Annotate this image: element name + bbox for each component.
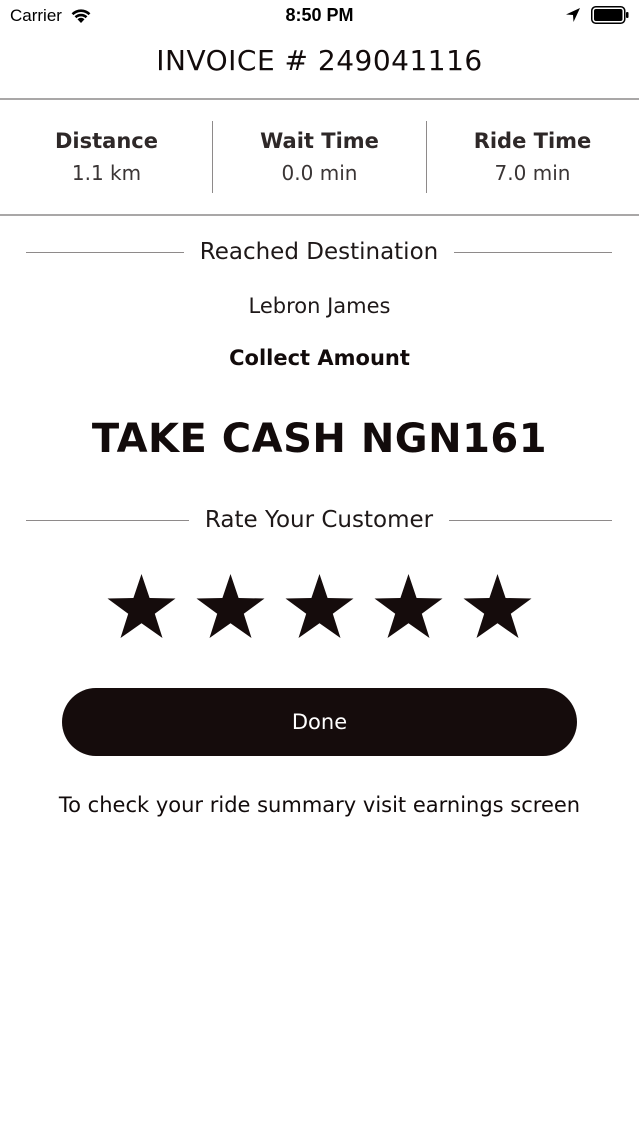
customer-name: Lebron James xyxy=(248,294,391,318)
stat-separator xyxy=(426,121,427,193)
trip-stats: Distance 1.1 km Wait Time 0.0 min Ride T… xyxy=(0,100,639,214)
star-icon[interactable] xyxy=(463,574,532,638)
stats-divider xyxy=(0,214,639,216)
heading-rule-right xyxy=(454,251,612,253)
stat-label: Distance xyxy=(55,129,158,153)
status-right xyxy=(565,6,629,24)
stat-wait-time: Wait Time 0.0 min xyxy=(213,100,426,214)
status-time: 8:50 PM xyxy=(285,5,354,25)
star-icon[interactable] xyxy=(285,574,354,638)
heading-rule-left xyxy=(26,251,184,253)
stat-label: Wait Time xyxy=(260,129,379,153)
stat-ride-time: Ride Time 7.0 min xyxy=(426,100,639,214)
stat-value: 7.0 min xyxy=(494,161,571,185)
status-heading-text: Reached Destination xyxy=(199,239,439,265)
done-button[interactable]: Done xyxy=(62,688,577,756)
invoice-title: INVOICE # 249041116 xyxy=(156,44,483,77)
stat-distance: Distance 1.1 km xyxy=(0,100,213,214)
star-icon[interactable] xyxy=(196,574,265,638)
stat-value: 1.1 km xyxy=(71,161,142,185)
earnings-hint: To check your ride summary visit earning… xyxy=(58,793,581,817)
star-icon[interactable] xyxy=(107,574,176,638)
heading-rule-right xyxy=(449,519,612,521)
status-bar: Carrier 8:50 PM xyxy=(0,0,639,34)
rating-heading-text: Rate Your Customer xyxy=(204,507,434,533)
rating-heading: Rate Your Customer xyxy=(26,507,612,533)
collect-amount-label: Collect Amount xyxy=(229,346,410,370)
rating-stars xyxy=(107,574,532,638)
status-heading: Reached Destination xyxy=(26,239,612,265)
battery-icon xyxy=(591,6,629,24)
stat-value: 0.0 min xyxy=(281,161,358,185)
location-arrow-icon xyxy=(565,7,581,23)
stat-label: Ride Time xyxy=(473,129,592,153)
stat-separator xyxy=(212,121,213,193)
cash-amount: TAKE CASH NGN161 xyxy=(91,416,548,462)
star-icon[interactable] xyxy=(374,574,443,638)
heading-rule-left xyxy=(26,519,189,521)
